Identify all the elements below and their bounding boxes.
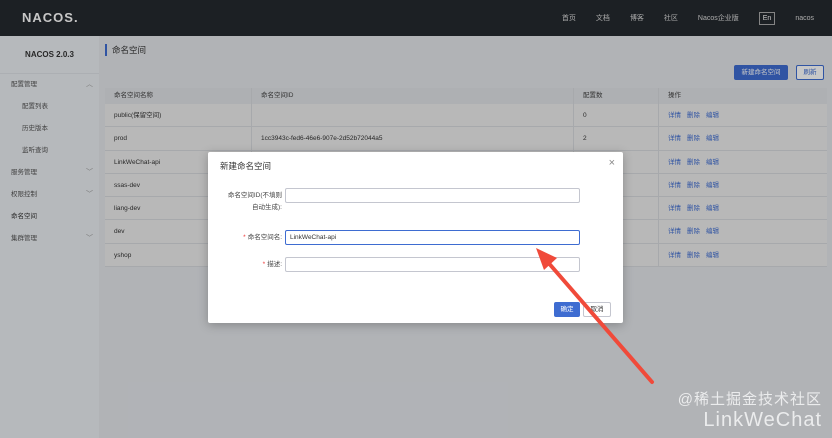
watermark-brand: LinkWeChat (703, 409, 822, 431)
cancel-button[interactable]: 取消 (583, 302, 611, 317)
confirm-button[interactable]: 确定 (554, 302, 580, 317)
namespace-id-label-line1: 命名空间ID(不填则 (227, 192, 282, 199)
watermark: @稀土掘金技术社区 LinkWeChat (678, 388, 822, 432)
namespace-name-label-text: 命名空间名: (247, 234, 282, 241)
new-namespace-dialog: 新建命名空间 × 命名空间ID(不填则 自动生成): * 命名空间名: LinkW… (208, 152, 623, 323)
description-input[interactable] (285, 257, 580, 272)
namespace-id-label-line2: 自动生成): (252, 204, 282, 211)
namespace-name-input[interactable]: LinkWeChat-api (285, 230, 580, 245)
namespace-id-label: 命名空间ID(不填则 自动生成): (210, 190, 282, 214)
namespace-name-label: * 命名空间名: (210, 232, 282, 244)
required-mark: * (243, 234, 246, 241)
namespace-id-input[interactable] (285, 188, 580, 203)
dialog-title: 新建命名空间 (220, 161, 272, 171)
close-icon[interactable]: × (609, 157, 615, 169)
watermark-site: @稀土掘金技术社区 (677, 391, 822, 408)
required-mark: * (262, 261, 266, 268)
description-label: * 描述: (210, 259, 282, 271)
description-label-text: 描述: (267, 261, 282, 268)
